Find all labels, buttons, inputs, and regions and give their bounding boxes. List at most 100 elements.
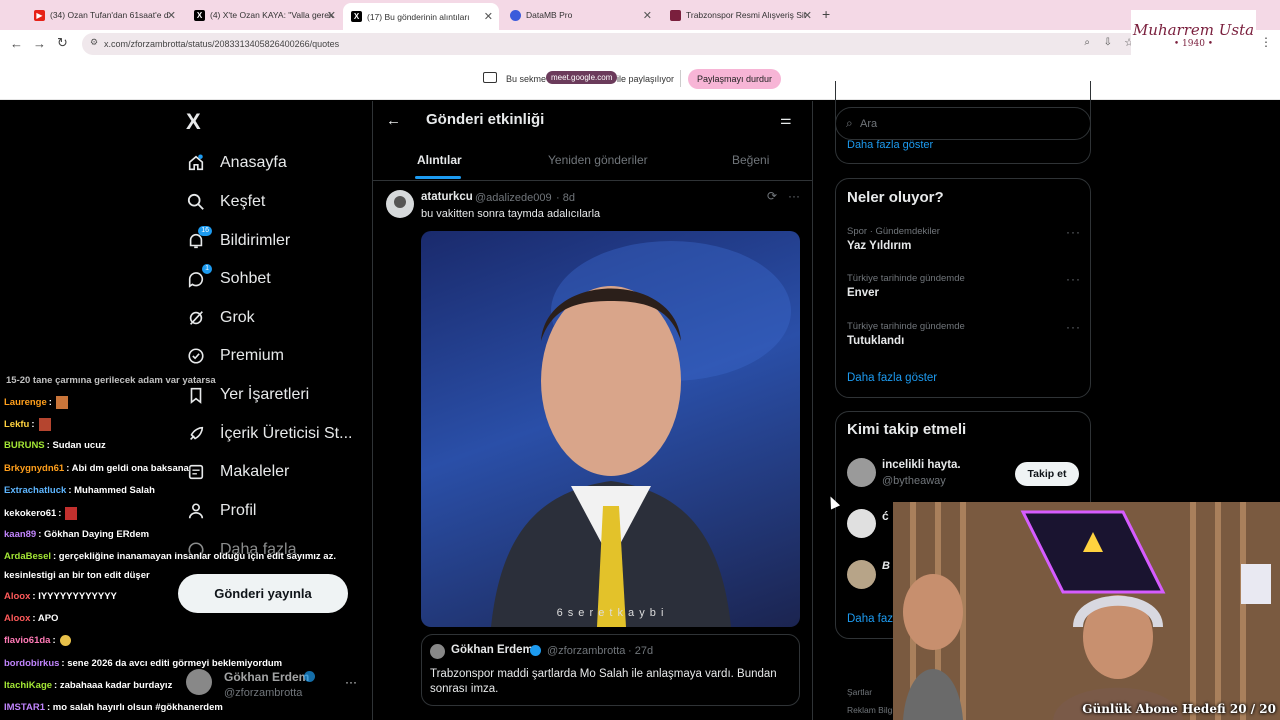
post-time[interactable]: · 8d [556,192,575,204]
share-suffix: ile paylaşılıyor [617,74,675,84]
trend-title[interactable]: Enver [847,287,879,299]
emote-icon [38,418,51,431]
browser-tab[interactable]: X (4) X'te Ozan KAYA: "Valla gerek ✕ [186,3,342,27]
chat-message: Laurenge: [4,396,68,409]
more-options-icon[interactable]: ··· [1066,320,1081,334]
chat-message: Aloox: IYYYYYYYYYYYY [4,591,117,602]
browser-tab[interactable]: DataMB Pro ✕ [502,3,658,27]
divider [812,101,813,720]
sidebar-item-chat[interactable]: 1 Sohbet [186,264,271,289]
bell-icon: 16 [186,226,212,251]
trend-title[interactable]: Yaz Yıldırım [847,240,911,252]
site-info-icon[interactable]: ⚙ [90,37,98,48]
footer-link[interactable]: Şartlar [847,687,872,697]
chat-user: ItachiKage [4,680,53,691]
chat-message: kaan89: Gökhan Daying ERdem [4,529,149,540]
quoted-text-line2: sonrası imza. [430,683,499,695]
menu-icon[interactable]: ⋮ [1260,35,1272,49]
sidebar-item-home[interactable]: Anasayfa [186,153,287,173]
datamb-icon [510,9,521,21]
quoted-time: · 27d [628,645,654,657]
follow-suggestion-name[interactable]: B [882,560,890,572]
post-video[interactable]: 6 s e r e t k a y b i [421,231,800,627]
browser-toolbar: ← → ↻ ⚙ x.com/zforzambrotta/status/20833… [0,30,1280,58]
search-icon [186,192,206,212]
show-more-link[interactable]: Daha faz [847,613,893,625]
back-arrow-icon[interactable]: ← [386,112,401,129]
emote-icon [65,507,78,520]
grok-icon[interactable]: ⟳ [767,189,777,203]
video-caption: 6 s e r e t k a y b i [556,607,665,619]
post-author-handle[interactable]: @adalizede009 [475,192,552,204]
trend-meta: Türkiye tarihinde gündemde [847,321,965,332]
chat-text: kesinlestigi an bir ton edit düşer [4,570,150,581]
x-logo-icon[interactable]: X [186,109,201,135]
divider [680,70,681,87]
browser-tab-strip: ▶ (34) Ozan Tufan'dan 61saat'e d ✕ X (4)… [0,0,1280,30]
trend-title[interactable]: Tutuklandı [847,335,904,347]
divider [372,101,373,720]
tab-likes[interactable]: Beğeni [732,153,769,167]
browser-tab[interactable]: ▶ (34) Ozan Tufan'dan 61saat'e d ✕ [26,3,182,27]
follow-button[interactable]: Takip et [1015,462,1079,486]
sidebar-item-explore[interactable]: Keşfet [186,192,265,212]
reload-icon[interactable]: ↻ [57,35,68,51]
show-more-link[interactable]: Daha fazla göster [847,372,937,384]
chat-message: IMSTAR1: mo salah hayırlı olsun #gökhane… [4,702,223,713]
forward-icon[interactable]: → [33,36,46,51]
quoted-author-name: Gökhan Erdem [451,644,533,656]
back-icon[interactable]: ← [10,36,23,51]
avatar[interactable] [847,560,876,589]
footer-link[interactable]: Reklam Bilgi [847,705,894,715]
who-to-follow-title: Kimi takip etmeli [847,421,967,438]
close-icon[interactable]: ✕ [484,10,493,23]
chat-user: kaan89 [4,529,37,540]
filter-icon[interactable]: ⚌ [780,112,792,128]
stop-sharing-button[interactable]: Paylaşmayı durdur [688,69,782,89]
more-options-icon[interactable]: ··· [788,189,800,203]
chat-message: kesinlestigi an bir ton edit düşer [4,570,150,581]
emote-icon [55,396,68,409]
chat-message: ItachiKage: zabahaaa kadar burdayız [4,680,172,691]
post-author-name[interactable]: ataturkcu [421,191,473,203]
chat-user: Brkygnydn61 [4,463,65,474]
url-text: x.com/zforzambrotta/status/2083313405826… [104,39,340,49]
chat-user: Aloox [4,613,31,624]
sidebar-item-premium[interactable]: Premium [186,346,284,366]
close-icon[interactable]: ✕ [803,9,812,22]
follow-suggestion-name[interactable]: incelikli hayta. [882,459,961,471]
active-tab-indicator [415,176,461,179]
zoom-icon[interactable]: ⌕ [1084,37,1090,48]
new-tab-button[interactable]: + [822,6,830,22]
sidebar-item-grok[interactable]: Grok [186,308,255,328]
close-icon[interactable]: ✕ [167,9,176,22]
tab-reposts[interactable]: Yeniden gönderiler [548,153,648,167]
quoted-author-handle: @zforzambrotta [547,645,626,657]
chat-message: 15-20 tane çarmına gerilecek adam var ya… [4,375,216,386]
close-icon[interactable]: ✕ [327,9,336,22]
chat-text: : sene 2026 da avcı editi görmeyi beklem… [61,658,283,669]
sidebar-item-label: Sohbet [220,270,271,287]
grok-icon [186,308,206,328]
notification-badge: 16 [198,226,212,236]
follow-suggestion-name[interactable]: ć [882,509,889,523]
chat-text: : [58,508,62,520]
address-bar[interactable]: ⚙ x.com/zforzambrotta/status/20833134058… [82,33,1146,55]
chat-text: : Abi dm geldi ona baksana [66,463,189,474]
chat-user: bordobirkus [4,658,60,669]
more-options-icon[interactable]: ··· [1066,272,1081,286]
tab-quotes[interactable]: Alıntılar [417,153,462,167]
close-icon[interactable]: ✕ [643,9,652,22]
avatar[interactable] [847,458,876,487]
sidebar-item-label: Bildirimler [220,232,291,249]
avatar[interactable] [386,190,414,218]
show-more-link[interactable]: Daha fazla göster [847,139,933,151]
chat-text: : [52,635,56,647]
chat-message: Brkygnydn61: Abi dm geldi ona baksana [4,463,189,474]
browser-tab-active[interactable]: X (17) Bu gönderinin alıntıları ✕ [343,3,499,30]
install-icon[interactable]: ⇩ [1104,37,1112,48]
avatar[interactable] [847,509,876,538]
browser-tab[interactable]: Trabzonspor Resmi Alışveriş Sit ✕ [662,3,818,27]
more-options-icon[interactable]: ··· [1066,225,1081,239]
sidebar-item-notifications[interactable]: 16 Bildirimler [186,226,291,251]
